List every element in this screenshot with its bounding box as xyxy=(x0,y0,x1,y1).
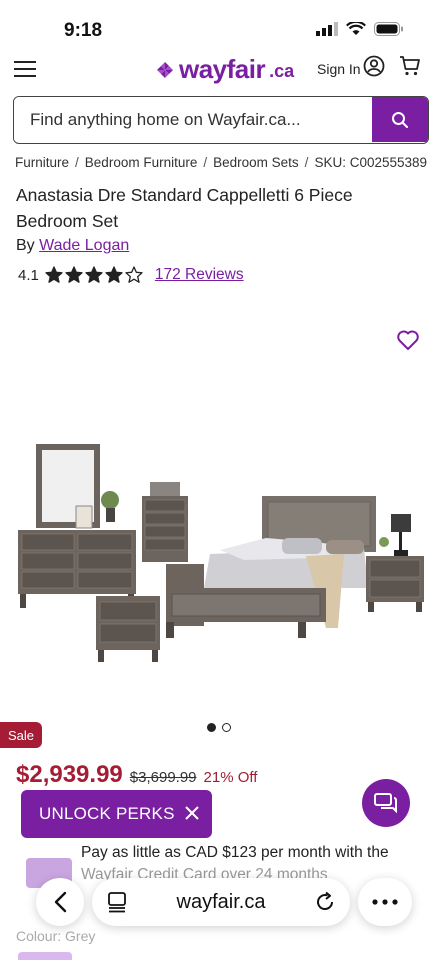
logo-text: wayfair xyxy=(179,54,266,84)
more-dots-icon xyxy=(372,899,398,905)
carousel-dot[interactable] xyxy=(222,723,231,732)
search-input[interactable] xyxy=(14,97,372,142)
reviews-link[interactable]: 172 Reviews xyxy=(155,266,244,284)
reader-mode-icon[interactable] xyxy=(106,891,128,913)
breadcrumb-separator: / xyxy=(203,155,208,170)
unlock-perks-banner[interactable]: UNLOCK PERKS xyxy=(21,790,212,838)
address-bar[interactable]: wayfair.ca xyxy=(92,878,350,926)
breadcrumb: Furniture / Bedroom Furniture / Bedroom Sets… xyxy=(15,155,427,170)
hamburger-menu-icon[interactable] xyxy=(14,60,38,78)
battery-icon xyxy=(374,22,403,36)
color-swatch[interactable] xyxy=(18,952,72,960)
reload-icon[interactable] xyxy=(314,891,336,913)
financing-line-1: Pay as little as CAD $123 per month with… xyxy=(81,844,389,861)
status-icons xyxy=(316,22,404,36)
browser-back-button[interactable] xyxy=(36,878,84,926)
status-time: 9:18 xyxy=(64,20,103,41)
search-bar xyxy=(13,96,429,144)
rating-value: 4.1 xyxy=(18,266,39,284)
signal-icon xyxy=(316,22,338,36)
brand-byline: By Wade Logan xyxy=(16,237,129,255)
heart-icon[interactable] xyxy=(396,329,420,351)
url-text: wayfair.ca xyxy=(176,890,266,913)
star-filled-icon xyxy=(85,266,103,283)
cart-icon[interactable] xyxy=(399,55,421,77)
brand-link[interactable]: Wade Logan xyxy=(39,237,129,254)
close-icon[interactable] xyxy=(184,805,200,821)
star-empty-icon xyxy=(125,266,143,283)
chat-button[interactable] xyxy=(362,779,410,827)
breadcrumb-separator: / xyxy=(304,155,309,170)
original-price: $3,699.99 xyxy=(129,769,197,786)
star-filled-icon xyxy=(45,266,63,283)
sign-in-link[interactable]: Sign In xyxy=(317,61,361,77)
sale-price: $2,939.99 xyxy=(16,761,123,788)
rating-stars xyxy=(45,266,143,284)
by-label: By xyxy=(16,237,35,254)
discount-percent: 21% Off xyxy=(203,769,258,786)
account-icon[interactable] xyxy=(363,55,385,77)
product-image[interactable] xyxy=(14,438,428,668)
star-filled-icon xyxy=(65,266,83,283)
chevron-left-icon xyxy=(54,891,67,913)
unlock-perks-label: UNLOCK PERKS xyxy=(39,804,175,823)
product-title: Anastasia Dre Standard Cappelletti 6 Pie… xyxy=(16,185,353,231)
wayfair-logo[interactable]: wayfair .ca xyxy=(155,54,294,85)
search-button[interactable] xyxy=(372,97,428,142)
wifi-icon xyxy=(346,22,366,35)
rating-summary: 4.1 172 Reviews xyxy=(18,266,244,284)
breadcrumb-separator: / xyxy=(75,155,79,170)
browser-more-button[interactable] xyxy=(358,878,412,926)
breadcrumb-bedroom-sets[interactable]: Bedroom Sets xyxy=(213,155,299,170)
breadcrumb-furniture[interactable]: Furniture xyxy=(15,155,69,170)
browser-toolbar: wayfair.ca xyxy=(0,872,442,932)
logo-pinwheel-icon xyxy=(157,61,173,78)
logo-suffix: .ca xyxy=(269,61,295,81)
search-icon xyxy=(392,111,408,128)
price-row: $2,939.99 $3,699.99 21% Off xyxy=(16,761,257,789)
star-filled-icon xyxy=(105,266,123,283)
chat-icon xyxy=(374,793,397,814)
product-sku: SKU: C002555389 xyxy=(314,155,428,170)
site-header: wayfair .ca Sign In xyxy=(0,48,442,90)
carousel-dot[interactable] xyxy=(207,723,216,732)
sale-badge: Sale xyxy=(0,722,42,748)
image-carousel-dots xyxy=(207,723,231,732)
breadcrumb-bedroom-furniture[interactable]: Bedroom Furniture xyxy=(85,155,198,170)
